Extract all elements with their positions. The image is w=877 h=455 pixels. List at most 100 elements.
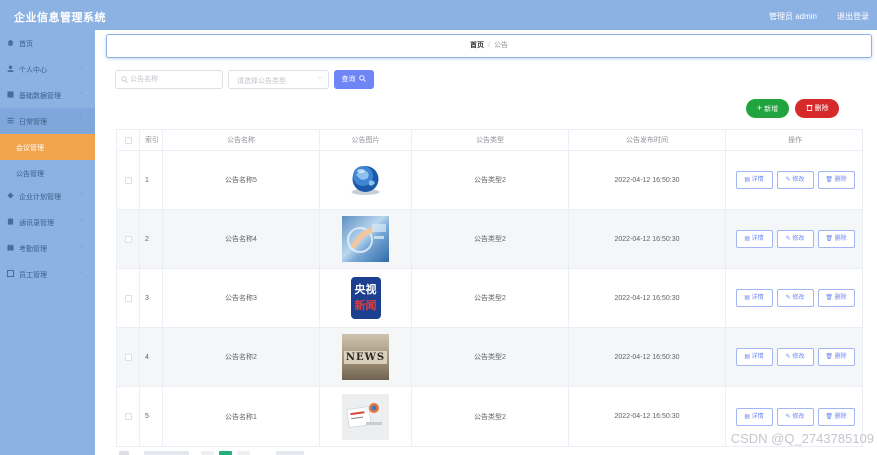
row-image-cell [320,210,412,268]
notice-name-search[interactable] [115,70,223,89]
remove-button[interactable]: 🗑 删除 [817,407,855,426]
row-checkbox[interactable] [124,235,132,243]
remove-button[interactable]: 🗑 删除 [817,289,855,307]
remove-button[interactable]: 🗑 删除 [817,171,855,189]
row-image-cell [320,387,412,446]
app-title: 企业信息管理系统 [14,12,106,24]
cctv-bottom-text: 新闻 [354,299,377,312]
sidebar-item-daily[interactable]: 日常管理 ⌃ [0,108,95,134]
row-type: 公告类型2 [412,387,569,446]
sidebar-item-contacts[interactable]: 通讯录管理 ⌵ [0,209,95,235]
doc-icon: ▤ [744,177,752,183]
sidebar-item-label: 公告管理 [16,171,44,178]
edit-button[interactable]: ✎ 修改 [776,407,814,426]
tech-image [342,216,389,262]
row-index: 1 [140,151,163,209]
trash-icon: 🗑 [825,354,835,360]
row-checkbox-cell [117,269,140,327]
news-image: NEWS [342,334,389,380]
pagination-page-current[interactable] [219,451,232,455]
row-time: 2022-04-12 16:50:30 [569,151,726,209]
pagination-prev[interactable] [119,451,129,455]
row-name: 公告名称2 [163,328,320,386]
detail-label: 详情 [751,236,764,242]
row-checkbox[interactable] [124,176,132,184]
header-name: 公告名称 [163,130,320,150]
edit-button[interactable]: ✎ 修改 [776,289,814,307]
calendar-icon [7,244,14,251]
row-ops: ▤ 详情 ✎ 修改 🗑 删除 [726,210,864,268]
remove-button[interactable]: 🗑 删除 [817,348,855,366]
row-name: 公告名称3 [163,269,320,327]
sidebar-item-home[interactable]: 首页 [0,30,95,56]
sidebar-item-base-data[interactable]: 基础数据管理 ⌵ [0,82,95,108]
select-all-checkbox[interactable] [124,136,132,144]
notice-type-select[interactable]: 请选择公告类型 ⌵ [228,70,329,89]
detail-button[interactable]: ▤ 详情 [735,171,773,189]
row-index: 5 [140,387,163,446]
remove-button[interactable]: 🗑 删除 [817,230,855,248]
row-image-cell [320,151,412,209]
sidebar-item-attendance[interactable]: 考勤管理 ⌵ [0,235,95,261]
remove-label: 删除 [834,413,847,420]
add-button[interactable]: + 新增 [746,99,789,118]
cctv-logo: 央视 新闻 [350,277,381,319]
contacts-icon [7,218,14,225]
watermark: CSDN @Q_2743785109 [730,431,874,446]
edit-button[interactable]: ✎ 修改 [776,230,814,248]
detail-button[interactable]: ▤ 详情 [735,348,773,366]
pagination-size-select[interactable] [144,451,189,455]
row-type: 公告类型2 [412,328,569,386]
user-icon [7,65,14,72]
detail-button[interactable]: ▤ 详情 [735,407,773,426]
delete-button[interactable]: 删除 [795,99,839,118]
sidebar-item-meeting[interactable]: 会议管理 [0,134,95,160]
row-name: 公告名称1 [163,387,320,446]
row-time: 2022-04-12 16:50:30 [569,210,726,268]
edit-button[interactable]: ✎ 修改 [776,171,814,189]
row-checkbox[interactable] [124,294,132,302]
sidebar-item-profile[interactable]: 个人中心 ⌵ [0,56,95,82]
logout-link[interactable]: 退出登录 [837,11,869,22]
notice-name-input[interactable] [130,71,220,88]
chevron-down-icon: ⌵ [78,64,83,70]
remove-label: 删除 [834,295,847,301]
search-icon [359,75,367,82]
pagination-jump-input[interactable] [276,451,304,455]
trash-icon: 🗑 [825,177,835,183]
doc-icon: ▤ [744,413,752,420]
row-type: 公告类型2 [412,269,569,327]
sidebar-item-label: 首页 [19,41,33,48]
sidebar-item-plan[interactable]: 企业计划管理 ⌵ [0,183,95,209]
chevron-down-icon: ⌵ [78,90,83,96]
row-checkbox[interactable] [124,353,132,361]
edit-button[interactable]: ✎ 修改 [776,348,814,366]
row-checkbox-cell [117,328,140,386]
row-checkbox[interactable] [124,413,132,420]
trash-icon: 🗑 [825,413,835,420]
select-placeholder: 请选择公告类型 [237,78,286,85]
detail-button[interactable]: ▤ 详情 [735,230,773,248]
pagination-page-prev[interactable] [201,451,214,455]
row-image-cell: NEWS [320,328,412,386]
papers-graphic [346,402,382,428]
plus-icon: + [756,103,763,113]
sidebar-item-staff[interactable]: 员工管理 ⌵ [0,261,95,287]
query-button[interactable]: 查询 [334,70,374,89]
breadcrumb-separator: / [488,42,490,49]
remove-label: 删除 [834,177,847,183]
row-image-cell: 央视 新闻 [320,269,412,327]
trash-icon: 🗑 [825,295,835,301]
row-ops: ▤ 详情 ✎ 修改 🗑 删除 [726,151,864,209]
globe-graphic [351,166,380,195]
detail-button[interactable]: ▤ 详情 [735,289,773,307]
chevron-up-icon: ⌃ [77,117,83,123]
search-icon [121,76,128,83]
pagination [116,451,416,455]
breadcrumb-home[interactable]: 首页 [470,42,484,49]
row-checkbox-cell [117,387,140,446]
sidebar-item-label: 会议管理 [16,145,44,152]
table-row: 1 公告名称5 公告类型2 2022-04-12 16:50:30 ▤ 详情 ✎… [117,151,862,210]
current-user[interactable]: 管理员 admin [769,11,817,22]
pagination-page-next[interactable] [237,451,250,455]
